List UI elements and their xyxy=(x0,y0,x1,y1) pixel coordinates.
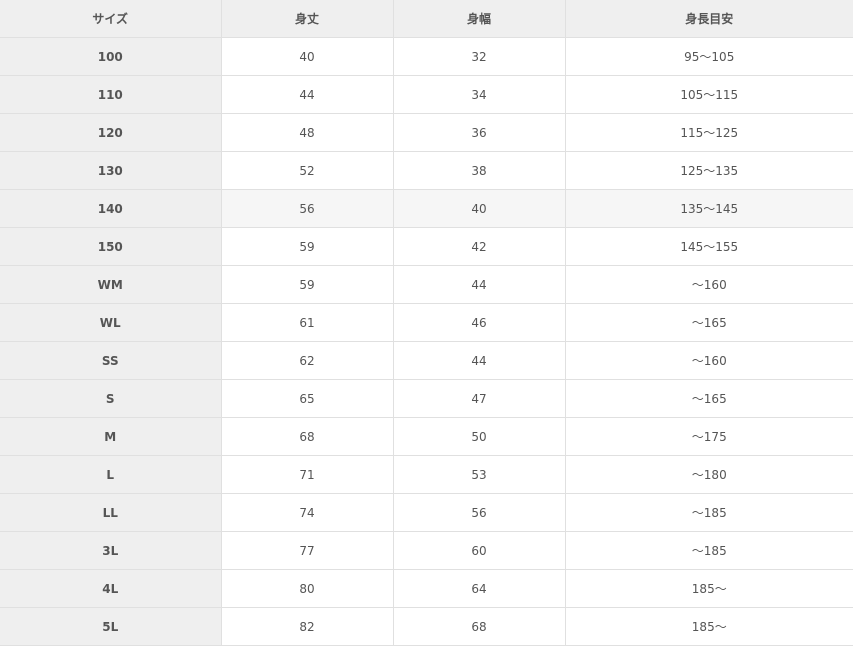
height-cell: 185〜 xyxy=(565,569,853,608)
width-cell: 44 xyxy=(393,265,566,304)
size-cell: 140 xyxy=(0,189,222,228)
size-cell: L xyxy=(0,455,222,494)
length-cell: 44 xyxy=(221,75,394,114)
size-cell: WL xyxy=(0,303,222,342)
header-length: 身丈 xyxy=(221,0,394,38)
header-size: サイズ xyxy=(0,0,222,38)
width-cell: 46 xyxy=(393,303,566,342)
size-cell: 120 xyxy=(0,113,222,152)
table-row: 150 59 42 145〜155 xyxy=(0,227,853,266)
height-cell: 〜180 xyxy=(565,455,853,494)
size-cell: 110 xyxy=(0,75,222,114)
length-cell: 61 xyxy=(221,303,394,342)
height-cell: 185〜 xyxy=(565,607,853,646)
table-row: 4L 80 64 185〜 xyxy=(0,569,853,608)
size-cell: LL xyxy=(0,493,222,532)
size-cell: WM xyxy=(0,265,222,304)
size-cell: S xyxy=(0,379,222,418)
length-cell: 59 xyxy=(221,227,394,266)
length-cell: 59 xyxy=(221,265,394,304)
table-row: 110 44 34 105〜115 xyxy=(0,75,853,114)
height-cell: 145〜155 xyxy=(565,227,853,266)
width-cell: 47 xyxy=(393,379,566,418)
length-cell: 68 xyxy=(221,417,394,456)
length-cell: 82 xyxy=(221,607,394,646)
width-cell: 38 xyxy=(393,151,566,190)
height-cell: 〜160 xyxy=(565,265,853,304)
width-cell: 68 xyxy=(393,607,566,646)
table-header-row: サイズ 身丈 身幅 身長目安 xyxy=(0,0,853,38)
length-cell: 80 xyxy=(221,569,394,608)
width-cell: 53 xyxy=(393,455,566,494)
size-cell: 5L xyxy=(0,607,222,646)
size-cell: 130 xyxy=(0,151,222,190)
header-height: 身長目安 xyxy=(565,0,853,38)
height-cell: 〜185 xyxy=(565,531,853,570)
table-row: 120 48 36 115〜125 xyxy=(0,113,853,152)
size-cell: 4L xyxy=(0,569,222,608)
width-cell: 42 xyxy=(393,227,566,266)
height-cell: 135〜145 xyxy=(565,189,853,228)
width-cell: 32 xyxy=(393,37,566,76)
table-row: LL 74 56 〜185 xyxy=(0,493,853,532)
length-cell: 48 xyxy=(221,113,394,152)
size-cell: M xyxy=(0,417,222,456)
width-cell: 34 xyxy=(393,75,566,114)
height-cell: 〜185 xyxy=(565,493,853,532)
length-cell: 77 xyxy=(221,531,394,570)
table-row: 140 56 40 135〜145 xyxy=(0,189,853,228)
table-row: 130 52 38 125〜135 xyxy=(0,151,853,190)
size-chart-table: サイズ 身丈 身幅 身長目安 100 40 32 95〜105 110 44 3… xyxy=(0,0,853,646)
length-cell: 62 xyxy=(221,341,394,380)
length-cell: 40 xyxy=(221,37,394,76)
height-cell: 〜165 xyxy=(565,303,853,342)
width-cell: 44 xyxy=(393,341,566,380)
table-row: 5L 82 68 185〜 xyxy=(0,607,853,646)
height-cell: 105〜115 xyxy=(565,75,853,114)
table-row: 3L 77 60 〜185 xyxy=(0,531,853,570)
length-cell: 74 xyxy=(221,493,394,532)
width-cell: 64 xyxy=(393,569,566,608)
table-row: M 68 50 〜175 xyxy=(0,417,853,456)
height-cell: 〜165 xyxy=(565,379,853,418)
size-cell: SS xyxy=(0,341,222,380)
size-cell: 3L xyxy=(0,531,222,570)
width-cell: 60 xyxy=(393,531,566,570)
width-cell: 40 xyxy=(393,189,566,228)
header-width: 身幅 xyxy=(393,0,566,38)
height-cell: 125〜135 xyxy=(565,151,853,190)
length-cell: 71 xyxy=(221,455,394,494)
height-cell: 115〜125 xyxy=(565,113,853,152)
width-cell: 36 xyxy=(393,113,566,152)
table-row: SS 62 44 〜160 xyxy=(0,341,853,380)
table-row: 100 40 32 95〜105 xyxy=(0,37,853,76)
table-row: L 71 53 〜180 xyxy=(0,455,853,494)
length-cell: 65 xyxy=(221,379,394,418)
table-row: WL 61 46 〜165 xyxy=(0,303,853,342)
width-cell: 50 xyxy=(393,417,566,456)
height-cell: 95〜105 xyxy=(565,37,853,76)
height-cell: 〜160 xyxy=(565,341,853,380)
height-cell: 〜175 xyxy=(565,417,853,456)
table-row: WM 59 44 〜160 xyxy=(0,265,853,304)
size-cell: 150 xyxy=(0,227,222,266)
size-cell: 100 xyxy=(0,37,222,76)
width-cell: 56 xyxy=(393,493,566,532)
length-cell: 56 xyxy=(221,189,394,228)
length-cell: 52 xyxy=(221,151,394,190)
table-row: S 65 47 〜165 xyxy=(0,379,853,418)
